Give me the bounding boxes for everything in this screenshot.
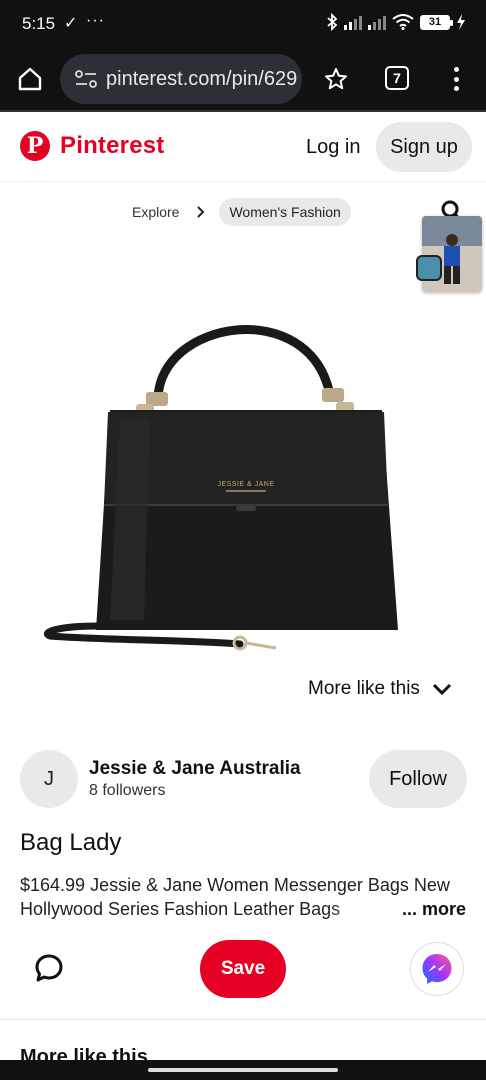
status-bar: 5:15 ✓ ··· 31 <box>0 0 486 48</box>
status-time: 5:15 <box>22 14 56 33</box>
gesture-handle[interactable] <box>148 1068 338 1072</box>
address-bar[interactable]: pinterest.com/pin/629 <box>60 54 302 104</box>
url-text: pinterest.com/pin/629 <box>106 67 298 90</box>
battery-level: 31 <box>420 14 453 30</box>
divider <box>0 1019 486 1020</box>
save-button[interactable]: Save <box>200 940 286 998</box>
creator-row: J Jessie & Jane Australia 8 followers Fo… <box>20 750 467 810</box>
status-icons: 31 <box>326 13 466 31</box>
login-button[interactable]: Log in <box>296 124 371 170</box>
signal-icon <box>368 14 386 30</box>
breadcrumb-womens-fashion[interactable]: Women's Fashion <box>219 198 351 226</box>
creator-followers: 8 followers <box>89 782 166 799</box>
more-notifications-icon: ··· <box>86 12 105 29</box>
brand-stamp: JESSIE & JANE <box>217 481 274 488</box>
signup-button[interactable]: Sign up <box>376 122 472 172</box>
signal-icon <box>344 14 362 30</box>
charging-icon <box>457 14 465 30</box>
pinterest-logo-icon: P <box>20 131 50 161</box>
browser-toolbar: pinterest.com/pin/629 7 <box>0 48 486 112</box>
follow-button[interactable]: Follow <box>369 750 467 808</box>
site-header: P Pinterest Log in Sign up <box>0 112 486 182</box>
tabs-icon[interactable]: 7 <box>385 66 409 90</box>
pin-title: Bag Lady <box>20 829 122 856</box>
more-like-this-label: More like this <box>308 678 420 699</box>
messenger-icon <box>422 954 452 984</box>
show-more-link[interactable]: ... more <box>397 897 466 921</box>
pinterest-logo[interactable]: P Pinterest <box>20 131 165 161</box>
breadcrumb-explore[interactable]: Explore <box>132 204 179 220</box>
comment-icon[interactable] <box>34 953 64 983</box>
product-image[interactable]: JESSIE & JANE <box>40 300 420 660</box>
battery-icon: 31 <box>420 14 453 30</box>
wifi-icon <box>392 14 414 30</box>
site-settings-icon[interactable] <box>74 70 98 88</box>
messenger-share-button[interactable] <box>410 942 464 996</box>
pip-badge-icon <box>416 255 442 281</box>
breadcrumb: Explore Women's Fashion <box>132 198 351 226</box>
more-vert-icon[interactable] <box>446 64 466 94</box>
chevron-right-icon <box>197 206 205 218</box>
system-nav-bar <box>0 1060 486 1080</box>
avatar[interactable]: J <box>20 750 78 808</box>
tab-count: 7 <box>393 70 401 86</box>
chevron-down-icon <box>432 683 451 696</box>
star-icon[interactable] <box>322 65 350 93</box>
bluetooth-icon <box>327 13 338 31</box>
more-like-this-toggle[interactable]: More like this <box>308 678 452 700</box>
creator-name[interactable]: Jessie & Jane Australia <box>89 758 301 780</box>
home-icon[interactable] <box>16 65 44 93</box>
logo-text: Pinterest <box>60 132 165 159</box>
check-download-icon: ✓ <box>64 15 78 32</box>
